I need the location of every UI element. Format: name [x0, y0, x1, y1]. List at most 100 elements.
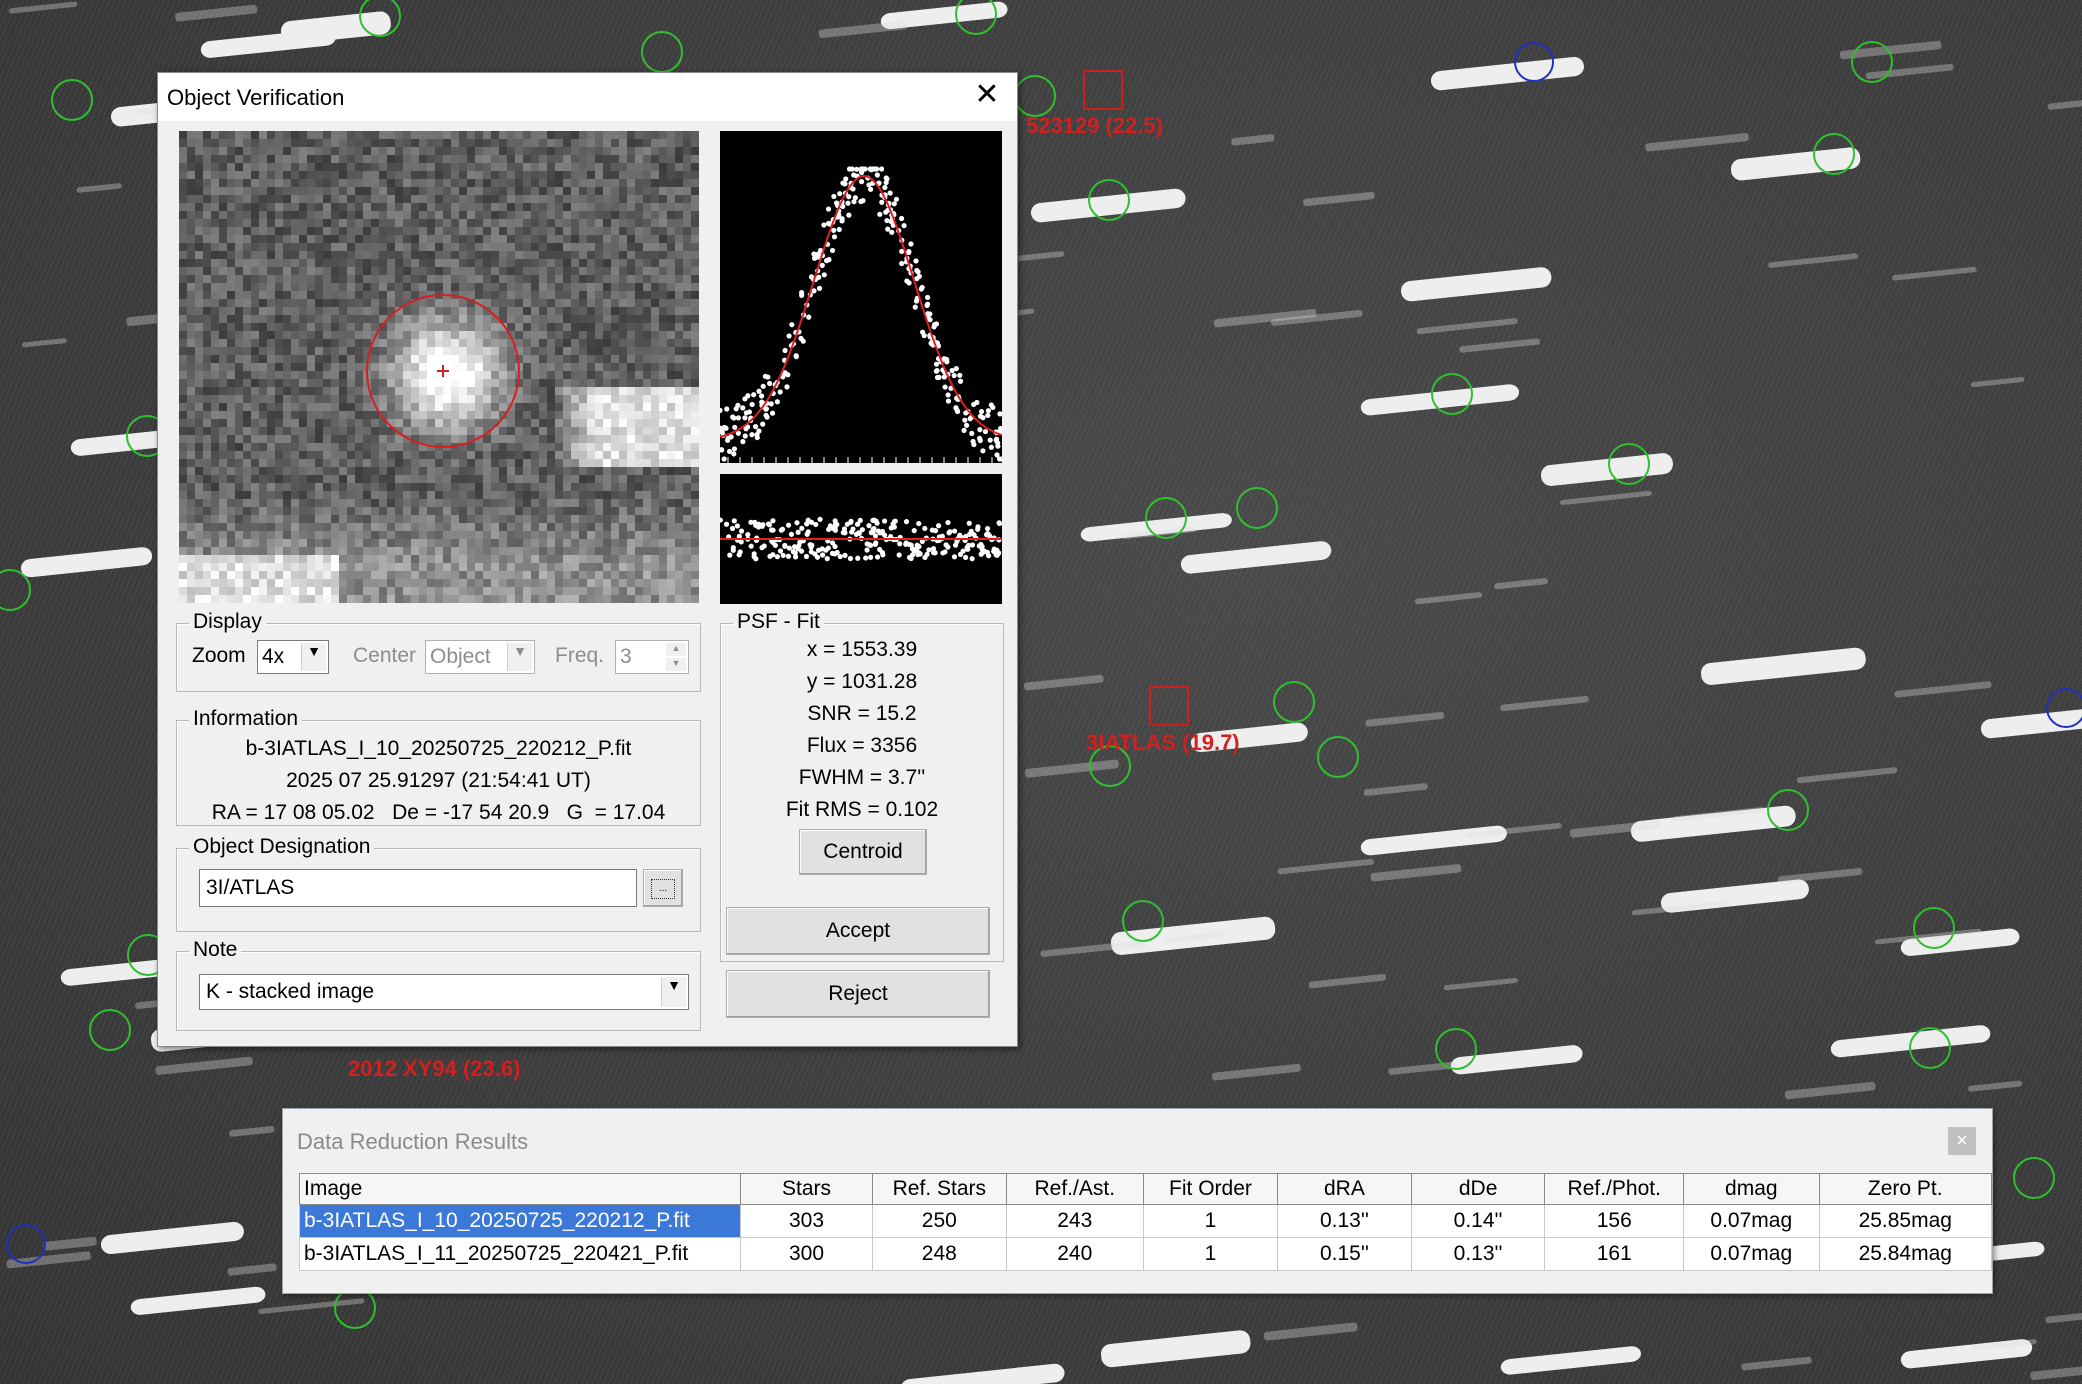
asteroid-marker-523129[interactable]: [1083, 70, 1123, 110]
image-pixel: [683, 187, 691, 195]
image-pixel: [203, 331, 211, 339]
image-pixel: [483, 275, 491, 283]
image-pixel: [691, 563, 699, 571]
chevron-down-icon[interactable]: ▼: [661, 977, 686, 1007]
image-pixel: [683, 283, 691, 291]
residual-point: [816, 547, 822, 553]
image-pixel: [267, 491, 275, 499]
close-icon[interactable]: ✕: [971, 79, 1003, 111]
image-pixel: [603, 491, 611, 499]
image-pixel: [539, 555, 547, 563]
image-pixel: [243, 459, 251, 467]
image-pixel: [347, 379, 355, 387]
image-pixel: [491, 475, 499, 483]
freq-spinner[interactable]: 3 ▲ ▼: [615, 640, 689, 674]
image-pixel: [435, 171, 443, 179]
column-header[interactable]: Ref./Ast.: [1005, 1173, 1144, 1205]
spin-down-icon[interactable]: ▼: [666, 658, 686, 671]
image-pixel: [323, 283, 331, 291]
image-pixel: [291, 443, 299, 451]
psf-sample-point: [893, 196, 900, 202]
dialog-titlebar[interactable]: Object Verification ✕: [158, 73, 1017, 121]
spin-up-icon[interactable]: ▲: [666, 643, 686, 656]
image-pixel: [587, 155, 595, 163]
image-pixel: [571, 587, 579, 595]
image-pixel: [475, 459, 483, 467]
image-pixel: [235, 299, 243, 307]
residual-point: [942, 549, 948, 555]
centroid-button[interactable]: Centroid: [799, 829, 927, 875]
image-pixel: [611, 299, 619, 307]
center-select[interactable]: Object ▼: [425, 640, 535, 674]
image-pixel: [595, 435, 603, 443]
image-pixel: [475, 355, 483, 363]
image-pixel: [211, 251, 219, 259]
image-pixel: [211, 563, 219, 571]
column-header[interactable]: dmag: [1683, 1173, 1820, 1205]
image-pixel: [547, 203, 555, 211]
image-pixel: [179, 171, 187, 179]
image-pixel: [651, 403, 659, 411]
object-zoom-view[interactable]: [179, 131, 699, 603]
image-pixel: [283, 467, 291, 475]
chevron-down-icon[interactable]: ▼: [507, 643, 532, 671]
image-pixel: [651, 259, 659, 267]
image-pixel: [451, 275, 459, 283]
image-pixel: [395, 419, 403, 427]
image-pixel: [387, 459, 395, 467]
psf-sample-point: [904, 278, 910, 284]
column-header[interactable]: Image: [298, 1173, 742, 1205]
image-pixel: [595, 363, 603, 371]
browse-designation-button[interactable]: ...: [643, 869, 683, 907]
designation-input[interactable]: 3I/ATLAS: [199, 869, 637, 907]
image-pixel: [443, 547, 451, 555]
image-pixel: [691, 243, 699, 251]
column-header[interactable]: Ref./Phot.: [1544, 1173, 1685, 1205]
image-pixel: [411, 515, 419, 523]
image-pixel: [403, 563, 411, 571]
image-pixel: [419, 219, 427, 227]
residual-point: [770, 518, 776, 524]
image-pixel: [251, 395, 259, 403]
image-pixel: [307, 467, 315, 475]
image-pixel: [435, 219, 443, 227]
zoom-select[interactable]: 4x ▼: [257, 640, 329, 674]
column-header[interactable]: Stars: [740, 1173, 873, 1205]
close-icon[interactable]: ×: [1948, 1127, 1976, 1155]
image-pixel: [619, 459, 627, 467]
accept-button[interactable]: Accept: [726, 907, 990, 955]
image-pixel: [323, 275, 331, 283]
image-pixel: [515, 155, 523, 163]
column-header[interactable]: dDe: [1410, 1173, 1546, 1205]
image-pixel: [283, 251, 291, 259]
image-pixel: [595, 235, 603, 243]
reject-button[interactable]: Reject: [726, 970, 990, 1018]
image-pixel: [403, 587, 411, 595]
image-pixel: [467, 147, 475, 155]
psf-sample-point: [819, 262, 825, 268]
image-pixel: [547, 403, 555, 411]
chevron-down-icon[interactable]: ▼: [301, 643, 326, 671]
target-marker-3iatlas[interactable]: [1149, 686, 1189, 726]
table-row[interactable]: b-3IATLAS_I_11_20250725_220421_P.fit 300 2…: [298, 1237, 1993, 1271]
image-pixel: [579, 259, 587, 267]
column-header[interactable]: dRA: [1277, 1173, 1412, 1205]
image-pixel: [507, 363, 515, 371]
column-header[interactable]: Ref. Stars: [871, 1173, 1007, 1205]
image-pixel: [299, 219, 307, 227]
image-pixel: [459, 251, 467, 259]
note-select[interactable]: K - stacked image ▼: [199, 974, 689, 1010]
image-pixel: [659, 427, 667, 435]
psf-sample-point: [785, 372, 791, 378]
image-pixel: [307, 179, 315, 187]
image-pixel: [355, 283, 363, 291]
image-pixel: [491, 363, 499, 371]
image-pixel: [435, 299, 443, 307]
table-row[interactable]: b-3IATLAS_I_10_20250725_220212_P.fit 303 2…: [298, 1204, 1993, 1238]
image-pixel: [195, 363, 203, 371]
residual-point: [788, 531, 795, 537]
column-header[interactable]: Zero Pt.: [1818, 1173, 1993, 1205]
image-pixel: [683, 211, 691, 219]
column-header[interactable]: Fit Order: [1142, 1173, 1279, 1205]
image-pixel: [499, 587, 507, 595]
